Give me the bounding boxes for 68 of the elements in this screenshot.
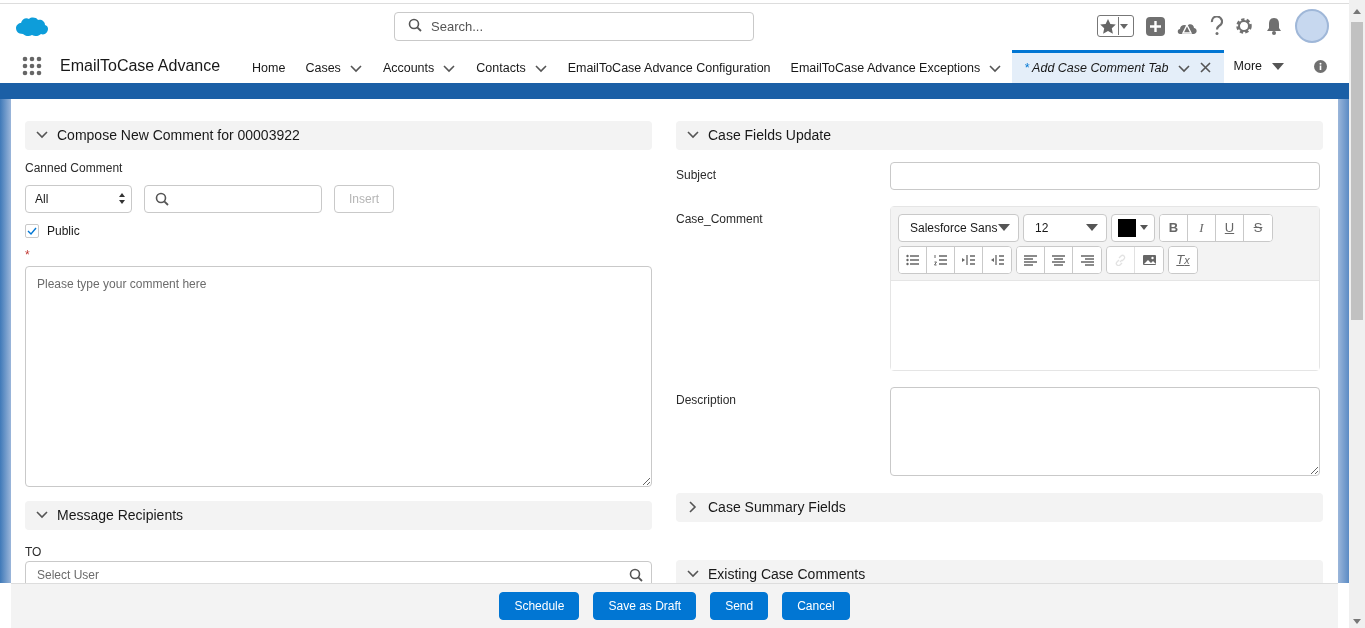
link-icon <box>1114 253 1127 266</box>
footer-button[interactable]: Cancel <box>782 592 850 621</box>
section-header[interactable]: Compose New Comment for 00003922 <box>25 120 652 150</box>
color-dropdown[interactable] <box>1111 213 1155 242</box>
align-left-button[interactable] <box>1017 246 1045 273</box>
footer-button[interactable]: Schedule <box>499 592 580 621</box>
nav-tab[interactable]: Cases <box>295 49 373 83</box>
section-header[interactable]: Message Recipients <box>25 500 652 530</box>
check-icon <box>27 225 37 236</box>
size-dropdown[interactable]: 12 <box>1023 213 1107 242</box>
scroll-up-icon[interactable] <box>1353 8 1361 14</box>
search-field[interactable] <box>144 184 322 213</box>
list-icon <box>906 253 919 266</box>
field-label: Subject <box>676 167 717 182</box>
indent-icon <box>962 253 975 266</box>
nav-tab[interactable]: EmailToCase Advance Exceptions <box>780 49 1013 83</box>
search-icon <box>408 17 422 32</box>
star-icon <box>1098 17 1118 36</box>
plus-icon[interactable] <box>1146 16 1165 36</box>
field-label: Description <box>676 392 737 407</box>
app-name: EmailToCase Advance <box>60 57 221 76</box>
search-icon <box>629 567 643 582</box>
nav-tab[interactable]: Contacts <box>466 49 558 83</box>
outdent-icon <box>990 253 1004 266</box>
search-icon <box>155 191 169 206</box>
nav-tab[interactable]: Home <box>242 49 296 83</box>
section-header[interactable]: Case Fields Update <box>676 120 1323 150</box>
comment-field[interactable]: Please type your comment here <box>25 265 652 487</box>
scrollbar-thumb[interactable] <box>1351 22 1363 320</box>
caret-down-icon <box>1140 225 1148 231</box>
footer-button[interactable]: Save as Draft <box>593 592 697 621</box>
nav-tab[interactable]: EmailToCase Advance Configuration <box>557 49 781 83</box>
font-dropdown[interactable]: Salesforce Sans <box>898 213 1019 242</box>
checkbox[interactable] <box>25 223 39 238</box>
section-header[interactable]: Case Summary Fields <box>676 492 1323 522</box>
align-right-icon <box>1080 253 1094 266</box>
caret-down-icon <box>1086 224 1098 232</box>
field-label: Canned Comment <box>25 160 124 175</box>
info-icon[interactable] <box>1314 59 1327 73</box>
field-label: TO <box>25 544 42 559</box>
nav-tab[interactable]: * Add Case Comment Tab <box>1012 49 1224 83</box>
sort-arrows-icon <box>119 193 125 205</box>
required-mark: * <box>25 247 30 262</box>
more-tab[interactable]: More <box>1223 49 1294 83</box>
nav-tab[interactable]: Accounts <box>372 49 467 83</box>
align-left-icon <box>1024 253 1037 266</box>
checkbox-label: Public <box>47 223 80 238</box>
caret-down-icon <box>998 224 1010 232</box>
field-label: Case_Comment <box>676 211 763 226</box>
search-field[interactable]: Search... <box>394 11 754 41</box>
bell-icon[interactable] <box>1265 17 1283 36</box>
align-center-icon <box>1052 253 1065 266</box>
description-field[interactable] <box>890 386 1320 476</box>
help-icon[interactable] <box>1209 16 1223 37</box>
footer-button[interactable]: Send <box>710 592 769 621</box>
app-launcher-icon[interactable] <box>22 56 42 77</box>
settings-icon[interactable] <box>1235 17 1253 36</box>
scroll-down-icon[interactable] <box>1353 618 1361 624</box>
favorites-button[interactable] <box>1097 15 1134 38</box>
filter-select[interactable]: All <box>25 184 132 213</box>
text-field[interactable] <box>890 161 1320 190</box>
caret-down-icon <box>1272 62 1284 70</box>
bullets-button[interactable] <box>899 246 927 273</box>
image-icon <box>1142 253 1156 266</box>
bold-button[interactable]: B <box>1160 214 1188 241</box>
numbered-list-icon <box>934 253 947 266</box>
close-icon[interactable] <box>1198 61 1212 75</box>
section-header[interactable]: Existing Case Comments <box>676 559 1323 584</box>
